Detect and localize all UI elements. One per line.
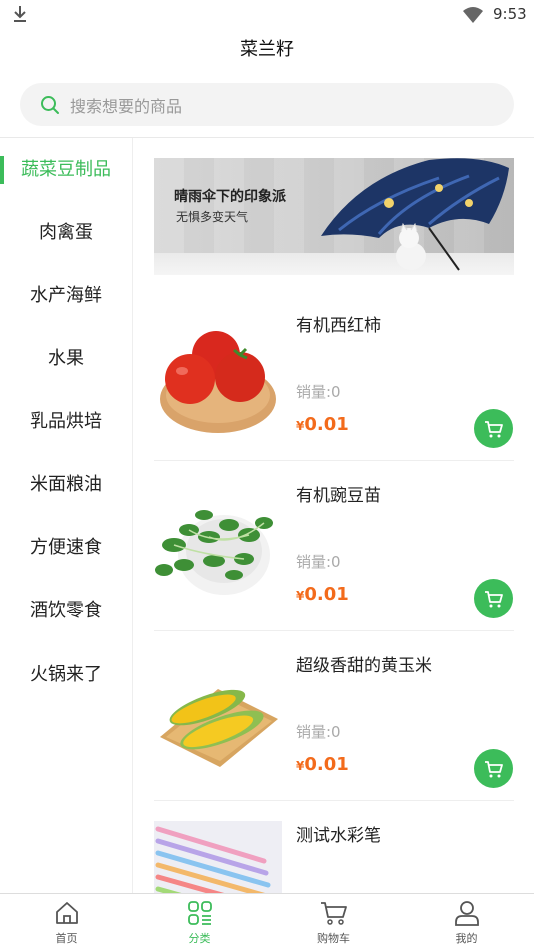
page-header: 菜兰籽 xyxy=(0,30,534,72)
tab-label: 我的 xyxy=(455,932,478,945)
status-bar: 9:53 xyxy=(0,0,534,30)
tab-profile[interactable]: 我的 xyxy=(400,894,533,950)
product-card[interactable]: 测试水彩笔 xyxy=(154,801,514,893)
product-name: 有机豌豆苗 xyxy=(296,486,381,506)
product-price: ¥0.01 xyxy=(296,584,349,605)
category-sidebar: 蔬菜豆制品 肉禽蛋 水产海鲜 水果 乳品烘培 米面粮油 方便速食 酒饮零食 火锅… xyxy=(0,138,133,893)
product-name: 超级香甜的黄玉米 xyxy=(296,656,432,676)
add-to-cart-button[interactable] xyxy=(474,409,513,448)
sidebar-item-dairy-bakery[interactable]: 乳品烘培 xyxy=(0,402,132,442)
product-sales: 销量:0 xyxy=(296,383,341,401)
pea-sprouts-image xyxy=(155,510,273,595)
sidebar-item-vegetables[interactable]: 蔬菜豆制品 xyxy=(0,150,132,190)
promo-banner[interactable]: 晴雨伞下的印象派 无惧多变天气 xyxy=(154,158,514,275)
banner-headline: 晴雨伞下的印象派 xyxy=(174,189,286,205)
umbrella-cat-image xyxy=(321,158,509,271)
bottom-tabbar: 首页 分类 购物车 我的 xyxy=(0,893,534,949)
product-card[interactable]: 有机豌豆苗 销量:0 ¥0.01 xyxy=(154,461,514,631)
banner-subline: 无惧多变天气 xyxy=(176,210,249,224)
sidebar-item-hotpot[interactable]: 火锅来了 xyxy=(0,655,132,695)
tab-label: 首页 xyxy=(55,932,78,945)
search-placeholder[interactable]: 搜索想要的商品 xyxy=(70,93,182,117)
search-icon xyxy=(41,95,59,114)
sidebar-item-instant-food[interactable]: 方便速食 xyxy=(0,528,132,568)
cart-icon xyxy=(320,902,347,925)
cart-icon xyxy=(484,590,503,607)
product-price: ¥0.01 xyxy=(296,754,349,775)
product-card[interactable]: 有机西红柿 销量:0 ¥0.01 xyxy=(154,291,514,461)
page-title: 菜兰籽 xyxy=(240,39,294,60)
status-time: 9:53 xyxy=(493,5,527,23)
cart-icon xyxy=(484,760,503,777)
sidebar-item-drinks-snacks[interactable]: 酒饮零食 xyxy=(0,591,132,631)
product-sales: 销量:0 xyxy=(296,723,341,741)
download-icon xyxy=(14,6,26,22)
add-to-cart-button[interactable] xyxy=(474,749,513,788)
watercolor-pens-image xyxy=(154,821,282,893)
tab-cart[interactable]: 购物车 xyxy=(267,894,400,950)
category-icon xyxy=(187,901,212,925)
corn-image xyxy=(160,689,278,767)
user-icon xyxy=(454,901,479,926)
sidebar-item-fruit[interactable]: 水果 xyxy=(0,339,132,379)
product-name: 测试水彩笔 xyxy=(296,826,381,846)
sidebar-item-meat-eggs[interactable]: 肉禽蛋 xyxy=(0,213,132,253)
sidebar-item-seafood[interactable]: 水产海鲜 xyxy=(0,276,132,316)
tab-label: 购物车 xyxy=(317,932,350,945)
product-sales: 销量:0 xyxy=(296,553,341,571)
tab-category[interactable]: 分类 xyxy=(133,894,266,950)
home-icon xyxy=(55,902,78,924)
tomato-image xyxy=(160,331,276,433)
search-bar[interactable]: 搜索想要的商品 xyxy=(20,83,514,126)
product-card[interactable]: 超级香甜的黄玉米 销量:0 ¥0.01 xyxy=(154,631,514,801)
cart-icon xyxy=(484,420,503,437)
add-to-cart-button[interactable] xyxy=(474,579,513,618)
wifi-icon xyxy=(463,7,483,23)
product-price: ¥0.01 xyxy=(296,414,349,435)
tab-home[interactable]: 首页 xyxy=(0,894,133,950)
sidebar-item-grain-oil[interactable]: 米面粮油 xyxy=(0,465,132,505)
tab-label: 分类 xyxy=(188,932,211,945)
product-name: 有机西红柿 xyxy=(296,316,381,336)
